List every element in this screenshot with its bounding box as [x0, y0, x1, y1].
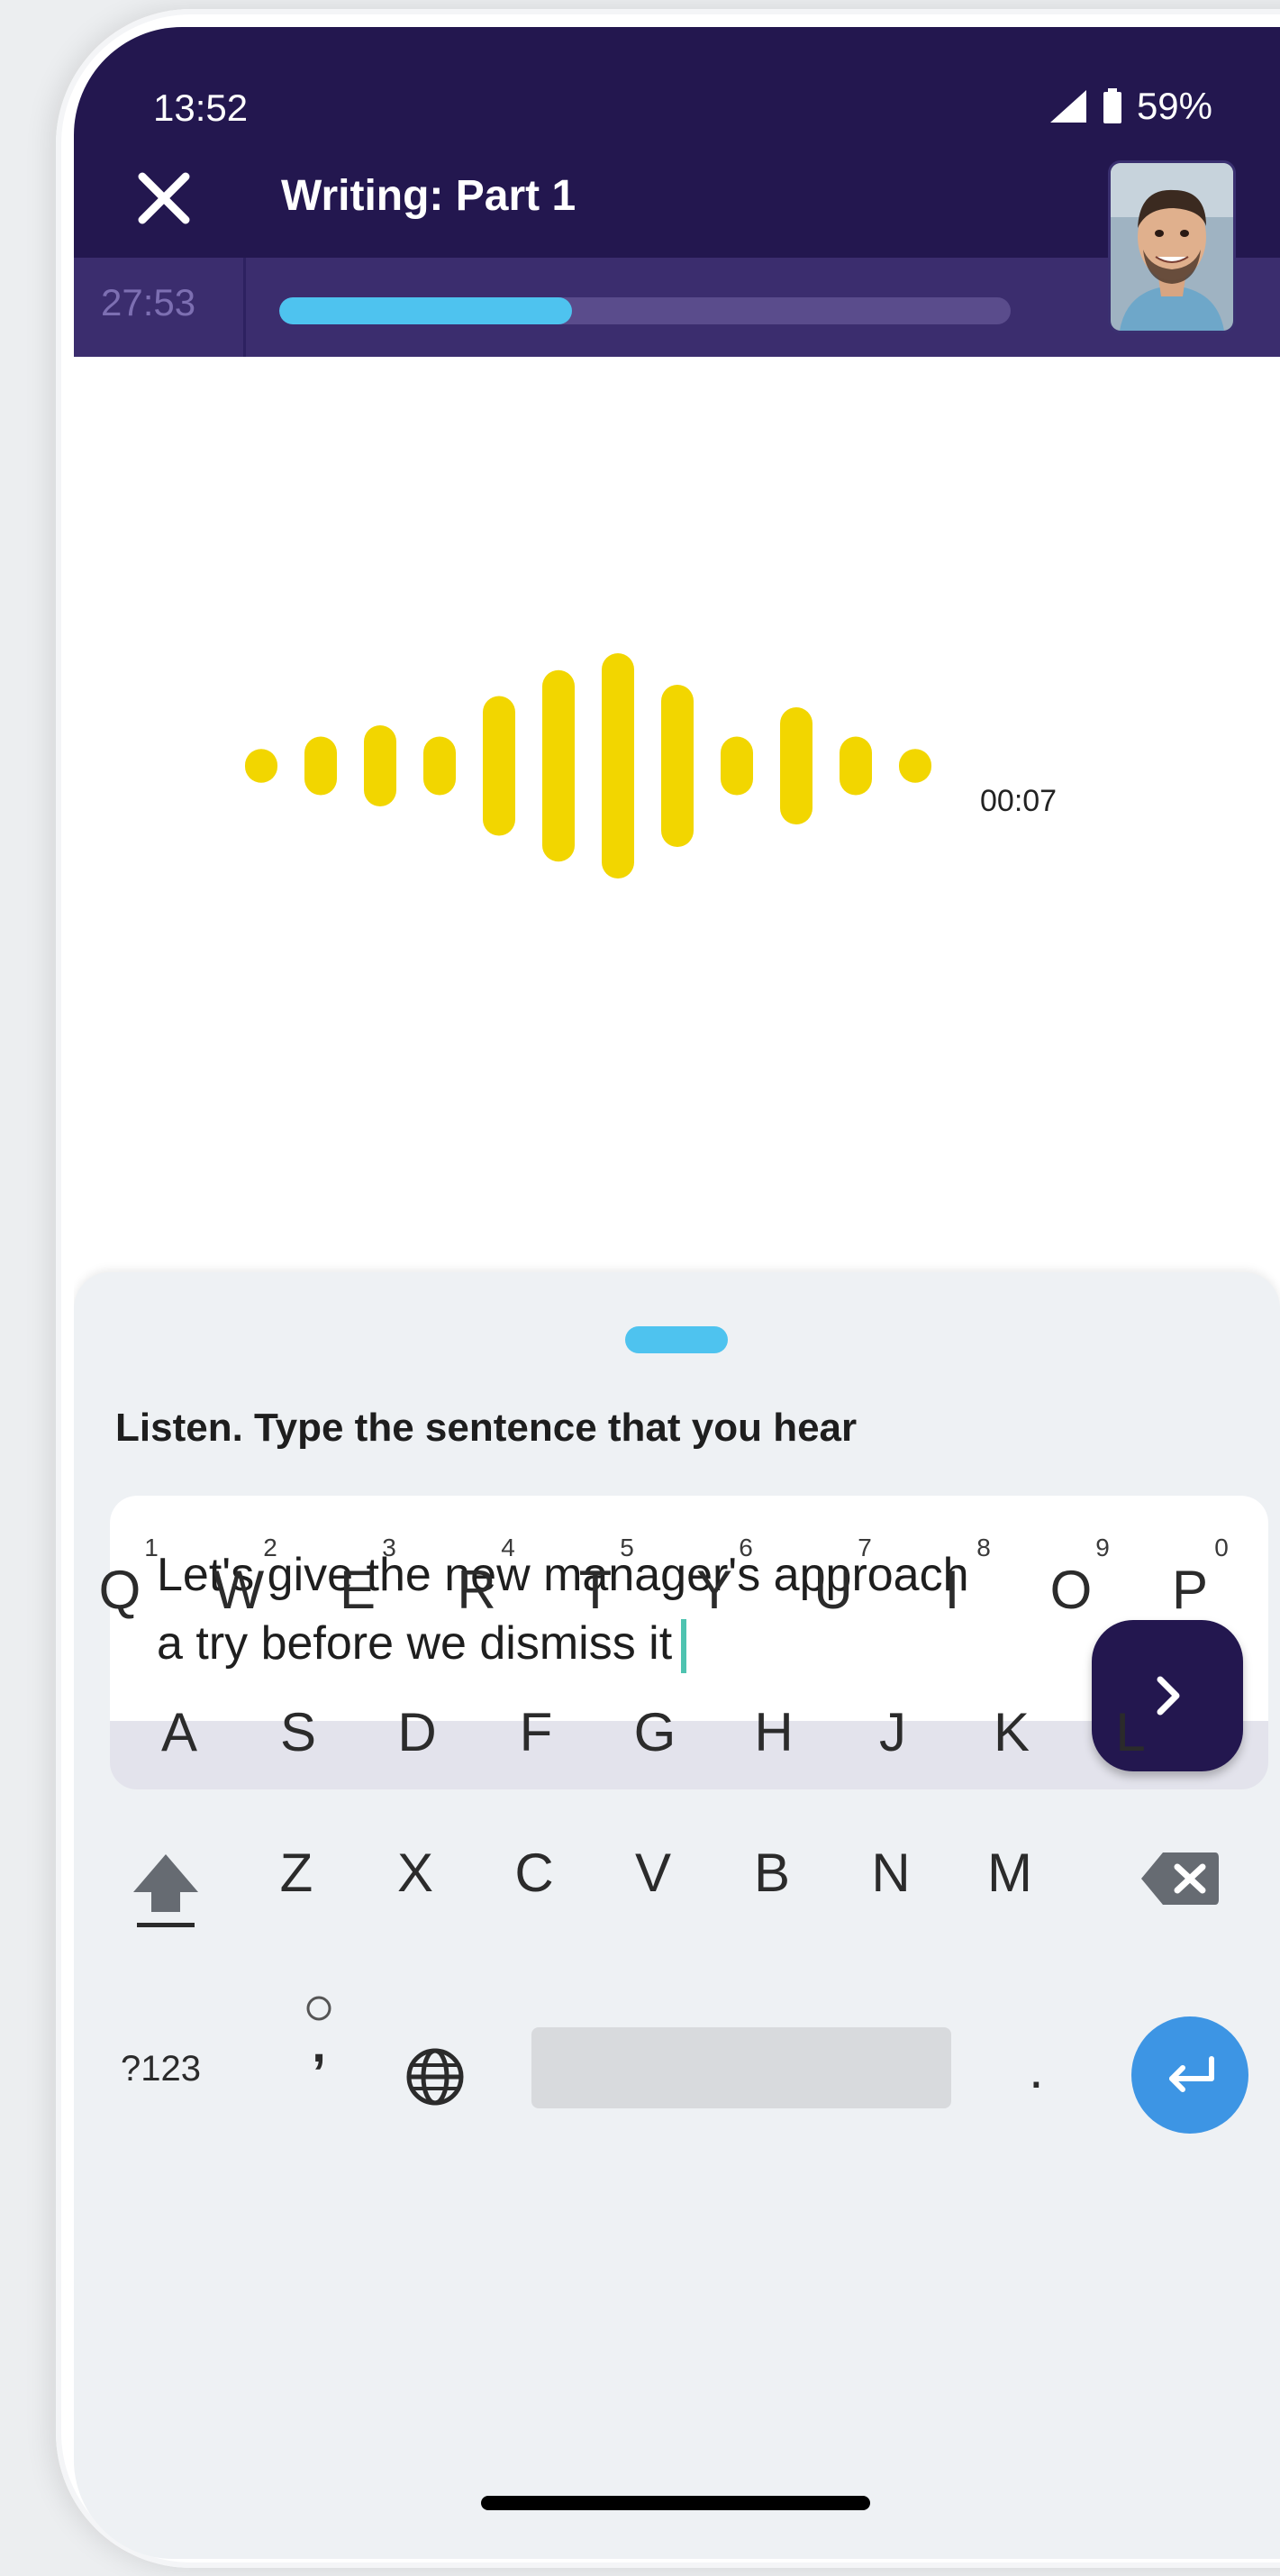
waveform-bar	[840, 736, 872, 796]
key-u[interactable]: U	[793, 1559, 874, 1621]
status-time: 13:52	[153, 86, 249, 129]
key-g[interactable]: G	[614, 1701, 695, 1763]
waveform-bar	[721, 736, 753, 796]
key-v[interactable]: V	[613, 1842, 694, 1904]
enter-icon	[1169, 2056, 1214, 2092]
waveform-bar	[364, 725, 396, 806]
close-button[interactable]	[128, 162, 200, 234]
shift-icon[interactable]	[128, 1847, 204, 1932]
key-r[interactable]: R	[436, 1559, 517, 1621]
waveform-bar	[245, 749, 277, 783]
period-key[interactable]: .	[1029, 2038, 1044, 2100]
key-e[interactable]: E	[317, 1559, 398, 1621]
waveform-bar	[542, 669, 575, 862]
key-l[interactable]: L	[1090, 1701, 1171, 1763]
key-f[interactable]: F	[495, 1701, 576, 1763]
key-hint: 5	[620, 1534, 634, 1561]
signal-icon	[1049, 90, 1086, 123]
text-caret	[681, 1619, 687, 1674]
waveform-bar	[304, 736, 337, 796]
key-h[interactable]: H	[733, 1701, 814, 1763]
key-q[interactable]: Q	[79, 1559, 160, 1621]
key-hint: 8	[976, 1534, 991, 1561]
battery-icon	[1103, 88, 1121, 123]
app-header: 13:52 59% Writing: Part 1 27:53	[74, 27, 1280, 357]
timer-bar: 27:53	[74, 258, 1280, 357]
key-s[interactable]: S	[258, 1701, 339, 1763]
answer-line-2: a try before we dismiss it	[157, 1617, 673, 1670]
progress-fill	[279, 297, 572, 324]
app-screen: 13:52 59% Writing: Part 1 27:53 00:07 Li…	[74, 27, 1280, 2559]
home-indicator[interactable]	[481, 2496, 870, 2510]
waveform-bar	[423, 736, 456, 796]
key-hint: 4	[501, 1534, 515, 1561]
waveform-bar	[483, 696, 515, 836]
key-w[interactable]: W	[198, 1559, 279, 1621]
battery-percent: 59%	[1136, 85, 1212, 127]
key-j[interactable]: J	[852, 1701, 933, 1763]
enter-key[interactable]	[1131, 2016, 1248, 2134]
time-remaining: 27:53	[101, 281, 196, 323]
key-z[interactable]: Z	[256, 1842, 337, 1904]
space-key[interactable]	[531, 2027, 951, 2108]
key-t[interactable]: T	[555, 1559, 636, 1621]
waveform-bar	[602, 653, 634, 878]
key-y[interactable]: Y	[674, 1559, 755, 1621]
key-hint: 7	[858, 1534, 872, 1561]
key-hint: 0	[1214, 1534, 1229, 1561]
globe-icon[interactable]	[404, 2045, 467, 2108]
instruction-text: Listen. Type the sentence that you hear	[115, 1406, 858, 1450]
waveform-bar	[661, 685, 694, 847]
answer-sheet: Listen. Type the sentence that you hear …	[74, 1272, 1280, 2559]
progress-bar	[279, 297, 1011, 324]
numbers-key[interactable]: ?123	[121, 2049, 201, 2089]
key-p[interactable]: P	[1149, 1559, 1230, 1621]
close-icon	[138, 172, 190, 224]
key-b[interactable]: B	[731, 1842, 812, 1904]
key-c[interactable]: C	[494, 1842, 575, 1904]
comma-key[interactable]: ,	[292, 1995, 346, 2085]
key-m[interactable]: M	[969, 1842, 1050, 1904]
audio-elapsed-time: 00:07	[980, 784, 1058, 818]
sheet-drag-handle[interactable]	[625, 1326, 728, 1353]
tutor-avatar	[1108, 160, 1236, 333]
key-hint: 2	[263, 1534, 277, 1561]
key-d[interactable]: D	[377, 1701, 458, 1763]
key-x[interactable]: X	[375, 1842, 456, 1904]
page-title: Writing: Part 1	[281, 172, 576, 220]
key-a[interactable]: A	[139, 1701, 220, 1763]
key-hint: 6	[739, 1534, 753, 1561]
key-hint: 3	[382, 1534, 396, 1561]
waveform-bar	[780, 707, 812, 824]
status-indicators: 59%	[1049, 85, 1212, 128]
key-hint: 9	[1095, 1534, 1110, 1561]
backspace-icon[interactable]	[1139, 1849, 1221, 1908]
key-o[interactable]: O	[1030, 1559, 1112, 1621]
key-i[interactable]: I	[912, 1559, 993, 1621]
waveform-bar	[899, 749, 931, 783]
audio-waveform[interactable]	[245, 649, 975, 883]
timer-divider	[243, 258, 246, 357]
key-n[interactable]: N	[850, 1842, 931, 1904]
key-hint: 1	[144, 1534, 159, 1561]
key-k[interactable]: K	[971, 1701, 1052, 1763]
